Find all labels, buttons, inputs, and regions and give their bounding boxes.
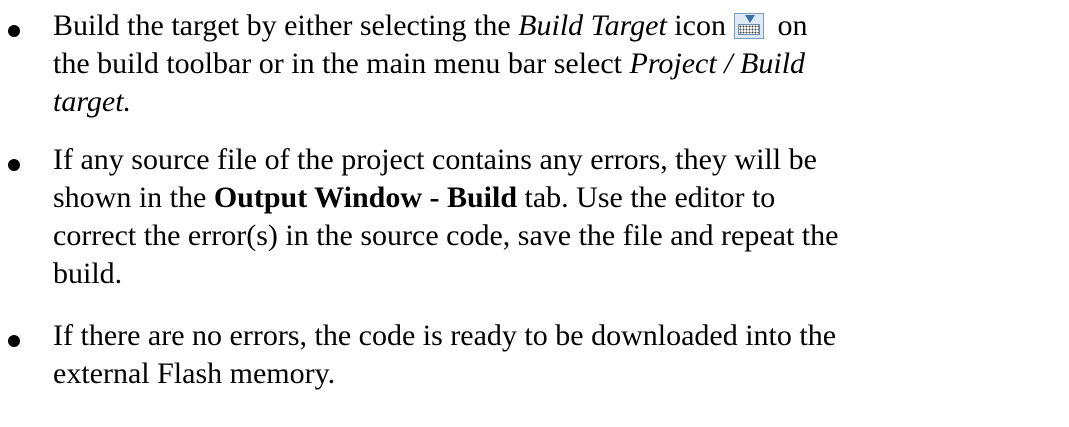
bullet-text: If any source file of the project contai… [53,141,1065,293]
text-line: target. [53,83,1065,121]
build-target-icon [733,13,764,39]
text-line: If any source file of the project contai… [53,143,817,176]
arrow-down-icon [744,15,755,23]
text-line: correct the error(s) in the source code,… [53,219,839,252]
text-line: Build the target by either selecting the… [53,7,1065,45]
text-line: external Flash memory. [53,357,336,390]
grid-icon [737,24,760,35]
bullet-dot [8,159,20,171]
emphasis-target: target. [53,85,132,118]
bullet-dot [8,25,20,37]
text-run: tab. Use the editor to [517,181,776,214]
text-line: shown in the Output Window - Build tab. … [53,179,1065,217]
emphasis-project-build: Project / Build [629,47,806,80]
text-run: the build toolbar or in the main menu ba… [53,47,630,80]
text-run: icon [666,9,726,42]
text-line: If there are no errors, the code is read… [53,319,837,352]
bullet-dot [8,335,20,347]
bullet-text: If there are no errors, the code is read… [53,317,1065,393]
text-run: on [769,9,808,42]
text-line: the build toolbar or in the main menu ba… [53,45,1065,83]
text-run: Build the target by either selecting the [53,9,519,42]
bullet-text: Build the target by either selecting the… [53,7,1065,121]
emphasis-build-target: Build Target [518,9,667,42]
text-line: build. [53,257,123,290]
text-run: shown in the [53,181,214,214]
output-window-build-tab-label: Output Window - Build [213,181,518,214]
document-page: Build the target by either selecting the… [0,0,1069,427]
